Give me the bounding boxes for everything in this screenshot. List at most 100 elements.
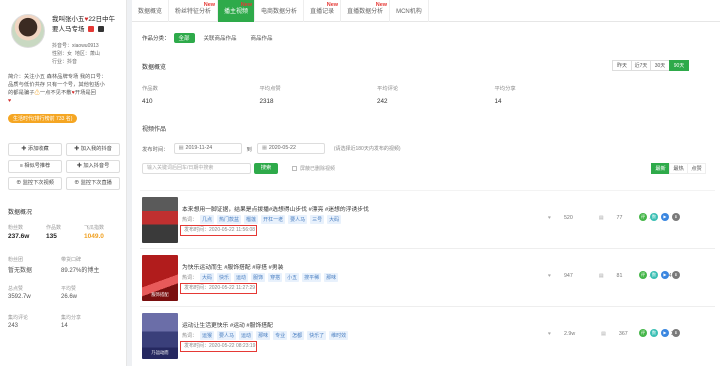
add-favorite-button[interactable]: ✚ 添加收藏: [8, 143, 62, 156]
overview-stats: 作品数 410 平均点赞 2318 平均评论 242 平均分享 14: [142, 84, 612, 105]
play-button[interactable]: ▶: [661, 213, 669, 221]
hot-words: 热词： 几点 热门款盆 榴莲 开杠一老 要人马 三号 大码: [182, 215, 342, 224]
comment-analysis-button[interactable]: 评: [639, 213, 647, 221]
download-button[interactable]: ⬇: [672, 329, 680, 337]
sort-hottest[interactable]: 最热: [669, 163, 688, 174]
search-button[interactable]: 搜索: [254, 163, 278, 174]
monitor-next-video-button[interactable]: ⊕ 监控下次视频: [8, 177, 62, 190]
publish-time: 发布时间：2020-05-22 11:56:08: [180, 225, 257, 236]
range-7-days[interactable]: 近7天: [631, 60, 651, 71]
overview-works: 作品数 410: [142, 86, 158, 105]
tab-bar: 数据概览 粉丝特征分析 New 播主视频 New 电商数据分析 直播记录 New 直播…: [132, 0, 720, 22]
tab-mcn[interactable]: MCN机构: [390, 0, 429, 22]
qrcode-icon[interactable]: [98, 26, 105, 32]
fans-rank-badge: 生活时代(排行榜前 733 名): [8, 114, 78, 123]
kv-row-1: 粉丝团 暂无数据 带货口碑 89.27%的博主: [8, 257, 100, 274]
sort-newest[interactable]: 最新: [651, 163, 670, 174]
new-badge: New: [203, 2, 216, 8]
data-overview-title: 数据概况: [8, 210, 33, 216]
calendar-icon: ▦: [261, 145, 267, 151]
stat-fans: 粉丝数 237.6w: [8, 225, 30, 240]
tab-live-records[interactable]: 直播记录 New: [304, 0, 342, 22]
hot-words: 热词： 运猴 要人马 运动 那味 专业 怎都 快乐了 维时效: [182, 331, 349, 340]
video-thumbnail[interactable]: 服饰搭配: [142, 255, 178, 301]
tab-live-analysis[interactable]: 直播数据分析 New: [341, 0, 391, 22]
date-from-input[interactable]: ▦ 2019-11-24: [173, 143, 242, 154]
tab-ecommerce[interactable]: 电商数据分析: [255, 0, 305, 22]
video-title[interactable]: 运动让生活更快乐 #运动 #服饰搭配: [182, 320, 273, 329]
data-button[interactable]: 数: [650, 329, 658, 337]
overview-avg-likes: 平均点赞 2318: [259, 86, 281, 105]
works-title: 视频作品: [142, 127, 167, 133]
profile-meta: 抖音号：xiaowu0913 性别：女 地区：萧山 行业：抖音: [52, 43, 100, 65]
video-row[interactable]: 乃运动而 运动让生活更快乐 #运动 #服饰搭配 热词： 运猴 要人马 运动 那味 专业怎…: [140, 306, 715, 364]
profile-stats: 粉丝数 237.6w 作品数 135 飞瓜指数 1049.0: [8, 224, 123, 240]
new-badge: New: [375, 2, 388, 8]
download-button[interactable]: ⬇: [672, 213, 680, 221]
tab-data-overview[interactable]: 数据概览: [132, 0, 170, 22]
sort-likes[interactable]: 点赞: [687, 163, 706, 174]
kv-row-3: 集均评论 243 集均分享 14: [8, 315, 82, 329]
category-filter: 作品分类： 全部 关联商品作品 商品作品: [142, 33, 278, 43]
new-badge: New: [326, 2, 339, 8]
play-button[interactable]: ▶: [661, 271, 669, 279]
main-panel: 数据概览 粉丝特征分析 New 播主视频 New 电商数据分析 直播记录 New 直播…: [132, 0, 720, 366]
search-input[interactable]: 输入关键词后回车/日期中搜索: [142, 163, 251, 174]
like-icon: ♥: [548, 331, 551, 337]
like-icon: ♥: [548, 215, 551, 221]
data-button[interactable]: 数: [650, 271, 658, 279]
data-button[interactable]: 数: [650, 213, 658, 221]
stat-works: 作品数 135: [46, 225, 62, 240]
category-linked-products[interactable]: 关联商品作品: [199, 33, 242, 43]
add-to-my-douyin-button[interactable]: ✚ 加入我的抖音: [66, 143, 120, 156]
category-all[interactable]: 全部: [173, 33, 195, 43]
douyin-id: xiaowu0913: [72, 43, 99, 49]
video-title[interactable]: 为快乐运动而生 #服饰搭配 #穿搭 #男装: [182, 262, 283, 271]
hide-deleted-checkbox[interactable]: [292, 166, 297, 171]
date-to-input[interactable]: ▦ 2020-05-22: [256, 143, 325, 154]
similar-accounts-button[interactable]: ≡ 相似号推荐: [8, 160, 62, 173]
overview-avg-comments: 平均评论 242: [377, 86, 399, 105]
range-yesterday[interactable]: 昨天: [612, 60, 632, 71]
verified-icon: [88, 26, 95, 32]
video-title[interactable]: 本来想用一脚证据，结果是点拨播#选想得山步伐 #漂亮 #迷想的浮诱步伐: [182, 204, 369, 213]
tab-fans-analysis[interactable]: 粉丝特征分析 New: [169, 0, 219, 22]
row-actions: 评 数 ▶ ⬇: [639, 213, 683, 221]
video-thumbnail[interactable]: 乃运动而: [142, 313, 178, 359]
search-bar: 输入关键词后回车/日期中搜索 搜索 屏蔽已删除视频: [142, 163, 335, 174]
comment-icon: ▤: [601, 331, 606, 337]
overview-avg-shares: 平均分享 14: [494, 86, 516, 105]
row-actions: 评 数 ▶ ⬇: [639, 329, 683, 337]
overview-title: 数据概览: [142, 65, 167, 71]
avatar[interactable]: [11, 14, 45, 48]
comment-analysis-button[interactable]: 评: [639, 329, 647, 337]
comment-analysis-button[interactable]: 评: [639, 271, 647, 279]
video-list: 本来想用一脚证据，结果是点拨播#选想得山步伐 #漂亮 #迷想的浮诱步伐 热词： …: [140, 190, 715, 364]
range-90-days[interactable]: 90天: [669, 60, 689, 71]
hot-words: 热词： 大码 快乐 运动 服饰 穿搭 小五 搜平稀 那味: [182, 273, 339, 282]
add-account-button[interactable]: ✚ 加入抖音号: [66, 160, 120, 173]
video-thumbnail[interactable]: [142, 197, 178, 243]
action-buttons: ✚ 添加收藏 ✚ 加入我的抖音 ≡ 相似号推荐 ✚ 加入抖音号 ⊕ 监控下次视频…: [8, 143, 120, 190]
new-badge: New: [240, 2, 253, 8]
kv-row-2: 总点赞 3592.7w 平均赞 26.6w: [8, 286, 78, 300]
stat-index: 飞瓜指数 1049.0: [84, 225, 105, 240]
profile-sidebar: 我叫张小五♥22日中午 要人马专场 抖音号：xiaowu0913 性别：女 地区…: [0, 0, 127, 366]
category-products[interactable]: 商品作品: [246, 33, 278, 43]
video-row[interactable]: 服饰搭配 为快乐运动而生 #服饰搭配 #穿搭 #男装 热词： 大码 快乐 运动 服饰穿…: [140, 248, 715, 306]
publish-time: 发布时间：2020-05-22 11:27:29: [180, 283, 257, 294]
date-filter: 发布时间： ▦ 2019-11-24 到 ▦ 2020-05-22 (请选择近180…: [142, 143, 401, 154]
like-icon: ♥: [548, 273, 551, 279]
comment-icon: ▤: [598, 215, 604, 221]
range-30-days[interactable]: 30天: [650, 60, 670, 71]
tab-videos[interactable]: 播主视频 New: [218, 0, 256, 22]
play-button[interactable]: ▶: [661, 329, 669, 337]
sort-selector: 最新 最热 点赞: [651, 163, 706, 174]
monitor-next-live-button[interactable]: ⊕ 监控下次直播: [66, 177, 120, 190]
profile-name: 我叫张小五♥22日中午 要人马专场: [52, 16, 116, 33]
comment-icon: ▤: [598, 273, 604, 279]
download-button[interactable]: ⬇: [672, 271, 680, 279]
profile-bio: 简介：关注小五 森林品牌专场 我的口号： 品质与低价共存 只有一个号，其他包括小…: [8, 74, 107, 104]
video-row[interactable]: 本来想用一脚证据，结果是点拨播#选想得山步伐 #漂亮 #迷想的浮诱步伐 热词： …: [140, 190, 715, 248]
publish-time: 发布时间：2020-05-22 08:23:19: [180, 341, 257, 352]
